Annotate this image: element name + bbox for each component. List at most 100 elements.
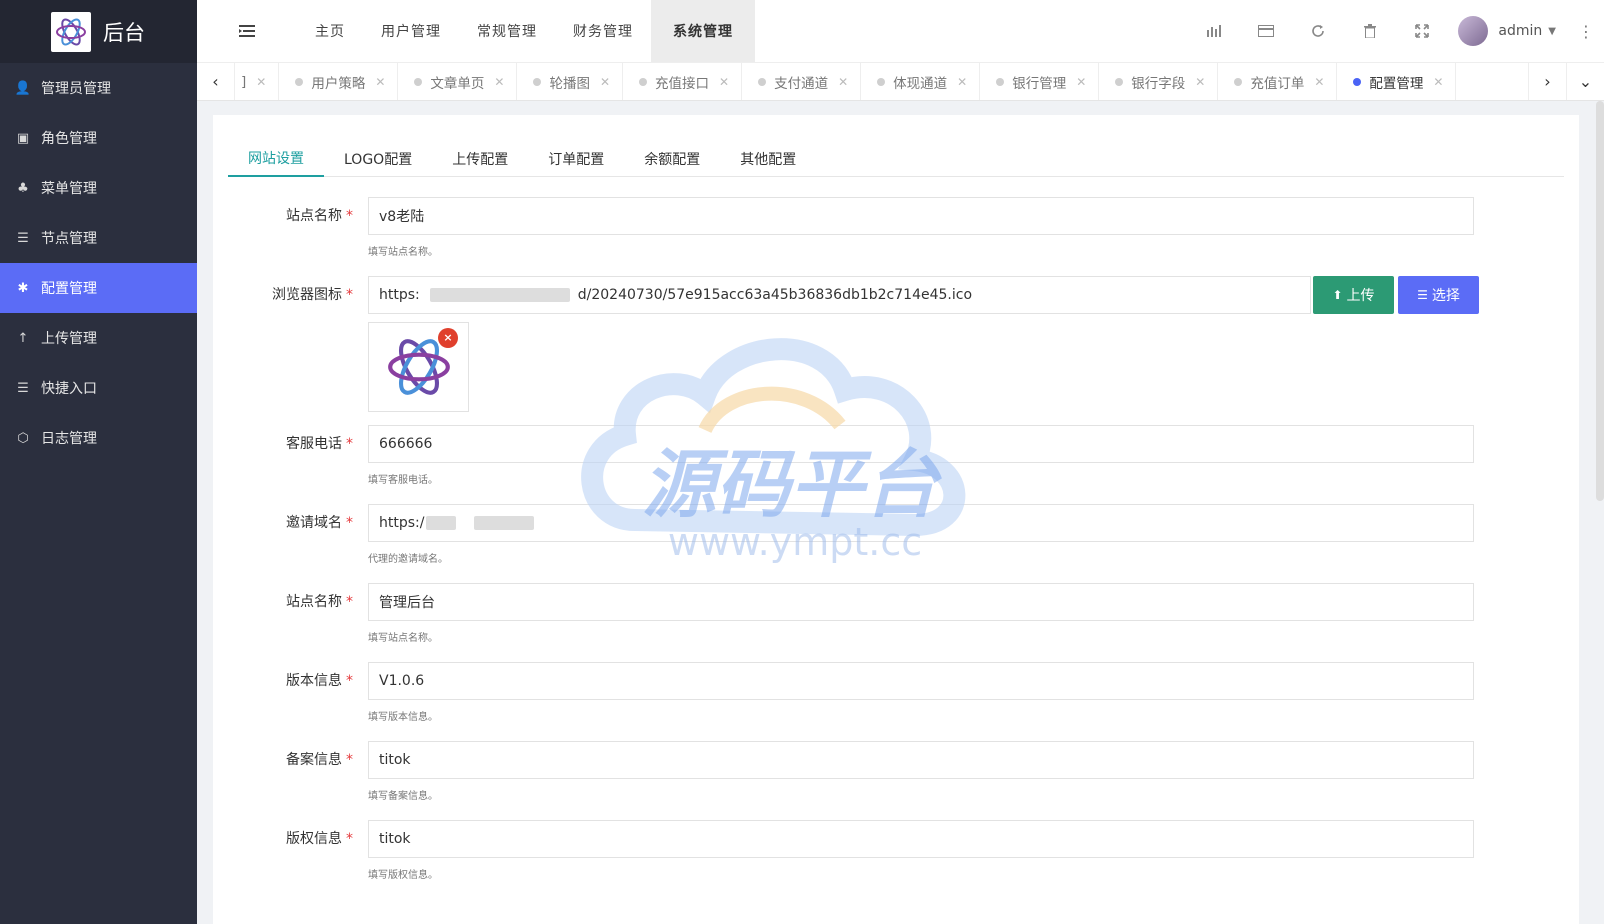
tab-label: 轮播图	[549, 75, 590, 92]
page-tab-3[interactable]: 充值接口 ✕	[623, 63, 743, 100]
header-tools: admin ▼ ⋮	[1188, 0, 1604, 62]
sidebar-item-label: 日志管理	[41, 431, 97, 447]
top-nav-item-2[interactable]: 常规管理	[459, 0, 555, 62]
sidebar-item-5[interactable]: ↑ 上传管理	[0, 313, 197, 363]
tabs-dropdown-button[interactable]: ⌄	[1566, 63, 1604, 100]
close-icon[interactable]: ✕	[1314, 75, 1324, 89]
config-tab-1[interactable]: LOGO配置	[324, 140, 432, 177]
tabs-prev-button[interactable]: ‹	[197, 63, 235, 100]
sidebar-item-label: 快捷入口	[41, 381, 97, 397]
site-name-2-input[interactable]	[368, 583, 1474, 621]
top-nav-item-0[interactable]: 主页	[297, 0, 363, 62]
tree-icon: ♣	[17, 180, 29, 196]
invite-domain-input[interactable]: https:/	[368, 504, 1474, 542]
remove-image-icon[interactable]: ×	[438, 328, 458, 348]
close-icon[interactable]: ✕	[838, 75, 848, 89]
sidebar-item-1[interactable]: ▣ 角色管理	[0, 113, 197, 163]
fullscreen-icon[interactable]	[1396, 0, 1448, 63]
close-icon[interactable]: ✕	[375, 75, 385, 89]
user-name[interactable]: admin	[1498, 23, 1542, 39]
page-tab-partial[interactable]: ] ✕	[235, 63, 280, 100]
sidebar-item-7[interactable]: ⬡ 日志管理	[0, 413, 197, 463]
copyright-help: 填写版权信息。	[368, 870, 438, 881]
site-name-input[interactable]	[368, 197, 1474, 235]
icp-help: 填写备案信息。	[368, 791, 438, 802]
config-tab-0[interactable]: 网站设置	[228, 140, 324, 177]
page-tab-8[interactable]: 充值订单 ✕	[1218, 63, 1338, 100]
top-nav-item-1[interactable]: 用户管理	[363, 0, 459, 62]
select-button[interactable]: ☰ 选择	[1398, 276, 1479, 314]
close-icon[interactable]: ✕	[256, 75, 266, 89]
upload-button[interactable]: ⬆ 上传	[1313, 276, 1394, 314]
dot-icon	[1353, 77, 1362, 86]
service-phone-input[interactable]	[368, 425, 1474, 463]
tab-label: 充值接口	[655, 75, 710, 92]
top-nav: 主页 用户管理 常规管理 财务管理 系统管理	[297, 0, 755, 62]
page-tab-7[interactable]: 银行字段 ✕	[1099, 63, 1219, 100]
sidebar-item-0[interactable]: 👤 管理员管理	[0, 63, 197, 113]
icp-input[interactable]	[368, 741, 1474, 779]
close-icon[interactable]: ✕	[719, 75, 729, 89]
role-icon: ▣	[16, 130, 30, 146]
page-tab-6[interactable]: 银行管理 ✕	[980, 63, 1100, 100]
trash-icon[interactable]	[1344, 0, 1396, 63]
page-tab-9[interactable]: 配置管理 ✕	[1337, 63, 1457, 100]
page-tab-1[interactable]: 文章单页 ✕	[398, 63, 518, 100]
sidebar-item-label: 上传管理	[41, 331, 97, 347]
tab-label: 支付通道	[774, 75, 829, 92]
sidebar-item-label: 节点管理	[41, 231, 97, 247]
config-tab-2[interactable]: 上传配置	[432, 140, 528, 177]
sidebar-item-4[interactable]: ✱ 配置管理	[0, 263, 197, 313]
dot-icon	[996, 77, 1005, 86]
version-input[interactable]	[368, 662, 1474, 700]
chart-icon[interactable]	[1188, 0, 1240, 63]
sidebar-item-label: 配置管理	[41, 281, 97, 297]
config-tab-3[interactable]: 订单配置	[528, 140, 624, 177]
close-icon[interactable]: ✕	[1433, 75, 1443, 89]
credit-card-icon[interactable]	[1240, 0, 1292, 63]
menu-toggle-button[interactable]	[197, 0, 297, 62]
site-name-help: 填写站点名称。	[368, 247, 438, 258]
sidebar-item-label: 管理员管理	[41, 81, 111, 97]
page-tab-5[interactable]: 体现通道 ✕	[861, 63, 981, 100]
sidebar-item-3[interactable]: ☰ 节点管理	[0, 213, 197, 263]
refresh-icon[interactable]	[1292, 0, 1344, 63]
tabs-next-button[interactable]: ›	[1528, 63, 1566, 100]
tab-label: 银行字段	[1131, 75, 1186, 92]
avatar[interactable]	[1458, 16, 1489, 46]
brand-title: 后台	[103, 20, 145, 45]
sidebar-item-6[interactable]: ☰ 快捷入口	[0, 363, 197, 413]
site-name-2-help: 填写站点名称。	[368, 633, 438, 644]
more-vertical-icon[interactable]: ⋮	[1576, 22, 1596, 41]
asterisk-icon: ✱	[17, 280, 29, 296]
copyright-label: 版权信息 *	[286, 831, 353, 847]
user-icon: 👤	[14, 80, 32, 96]
config-tab-5[interactable]: 其他配置	[720, 140, 816, 177]
scrollbar[interactable]	[1596, 101, 1604, 501]
sidebar-item-2[interactable]: ♣ 菜单管理	[0, 163, 197, 213]
config-tab-4[interactable]: 余额配置	[624, 140, 720, 177]
top-nav-item-3[interactable]: 财务管理	[555, 0, 651, 62]
chevron-left-icon: ‹	[212, 72, 219, 91]
close-icon[interactable]: ✕	[600, 75, 610, 89]
brand[interactable]: 后台	[0, 0, 197, 63]
favicon-input[interactable]: https: d/20240730/57e915acc63a45b36836db1…	[368, 276, 1311, 314]
copyright-input[interactable]	[368, 820, 1474, 858]
top-header: 主页 用户管理 常规管理 财务管理 系统管理 admin ▼ ⋮	[197, 0, 1604, 63]
caret-down-icon[interactable]: ▼	[1548, 26, 1556, 37]
invite-domain-value: https:/	[379, 515, 425, 531]
list-icon: ☰	[17, 380, 29, 396]
page-tab-0[interactable]: 用户策略 ✕	[279, 63, 399, 100]
chevron-right-icon: ›	[1544, 72, 1551, 91]
top-nav-item-4[interactable]: 系统管理	[651, 0, 755, 62]
menu-toggle-icon	[239, 25, 255, 37]
close-icon[interactable]: ✕	[1076, 75, 1086, 89]
page-tab-4[interactable]: 支付通道 ✕	[742, 63, 862, 100]
close-icon[interactable]: ✕	[494, 75, 504, 89]
page-tab-2[interactable]: 轮播图 ✕	[517, 63, 624, 100]
close-icon[interactable]: ✕	[1195, 75, 1205, 89]
tab-label: 充值订单	[1250, 75, 1305, 92]
close-icon[interactable]: ✕	[957, 75, 967, 89]
sidebar: 后台 👤 管理员管理 ▣ 角色管理 ♣ 菜单管理 ☰ 节点管理 ✱ 配置管理 ↑ 上传管理 ☰ 快捷入口 ⬡…	[0, 0, 197, 924]
sidebar-item-label: 角色管理	[41, 131, 97, 147]
